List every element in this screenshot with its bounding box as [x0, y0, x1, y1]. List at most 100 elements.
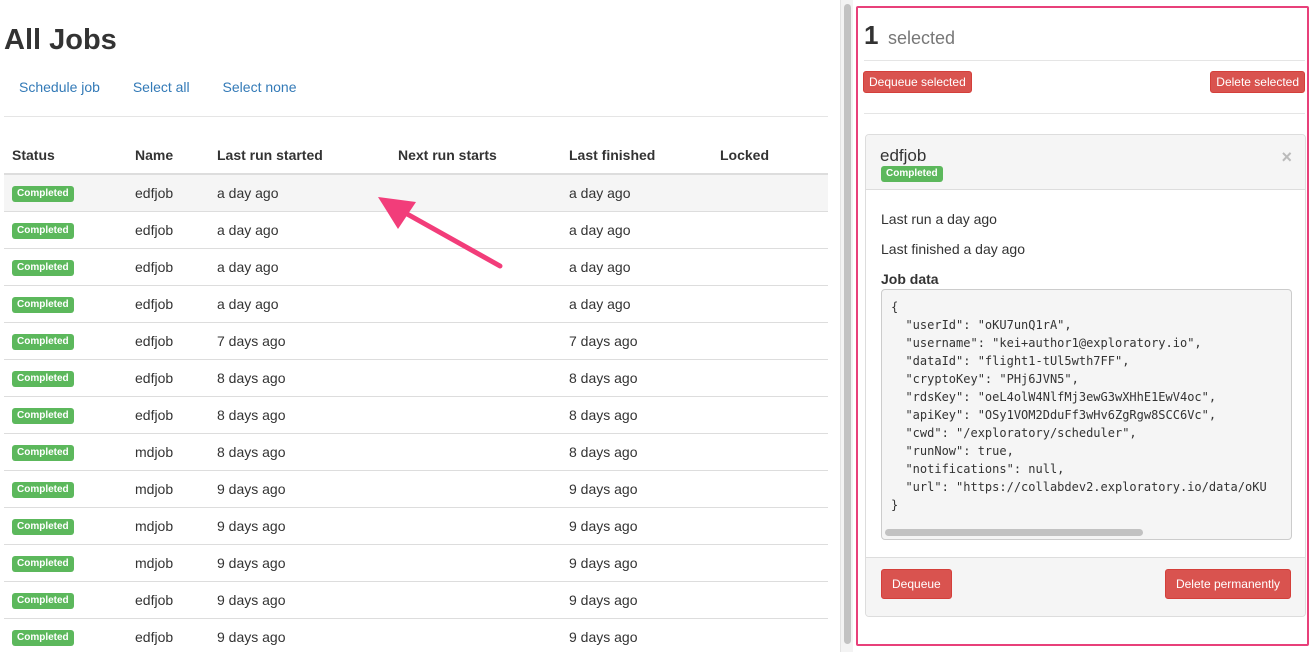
status-cell: Completed: [4, 395, 127, 433]
next-run-starts-cell: [390, 173, 561, 211]
name-cell: edfjob: [127, 580, 209, 618]
next-run-starts-cell: [390, 617, 561, 652]
selection-panel: 1 selected Dequeue selected Delete selec…: [856, 6, 1309, 646]
select-none-link[interactable]: Select none: [223, 79, 297, 95]
last-run-started-cell: 9 days ago: [209, 617, 390, 652]
table-row[interactable]: Completed edfjob a day ago a day ago: [4, 247, 828, 285]
last-run-started-cell: 8 days ago: [209, 432, 390, 470]
column-header-last-run-started[interactable]: Last run started: [209, 136, 390, 175]
last-finished-cell: 9 days ago: [561, 506, 712, 544]
table-row[interactable]: Completed edfjob a day ago a day ago: [4, 173, 828, 211]
locked-cell: [712, 580, 828, 618]
status-cell: Completed: [4, 543, 127, 581]
column-header-last-finished[interactable]: Last finished: [561, 136, 712, 175]
code-horizontal-scrollbar[interactable]: [885, 529, 1143, 536]
status-cell: Completed: [4, 617, 127, 652]
job-detail-header: edfjob Completed ×: [866, 135, 1305, 190]
job-data-line: {: [891, 300, 899, 314]
job-data-line: "cwd": "/exploratory/scheduler",: [891, 426, 1137, 440]
delete-selected-button[interactable]: Delete selected: [1210, 71, 1305, 93]
next-run-starts-cell: [390, 395, 561, 433]
last-finished-cell: 9 days ago: [561, 580, 712, 618]
locked-cell: [712, 321, 828, 359]
job-detail-footer: Dequeue Delete permanently: [866, 557, 1305, 616]
schedule-job-link[interactable]: Schedule job: [19, 79, 100, 95]
name-cell: mdjob: [127, 543, 209, 581]
last-finished-cell: a day ago: [561, 284, 712, 322]
status-cell: Completed: [4, 247, 127, 285]
dequeue-button[interactable]: Dequeue: [881, 569, 952, 599]
status-badge: Completed: [12, 186, 74, 203]
table-row[interactable]: Completed edfjob a day ago a day ago: [4, 284, 828, 322]
status-badge: Completed: [12, 371, 74, 387]
job-data-line: "notifications": null,: [891, 462, 1065, 476]
last-run-started-cell: a day ago: [209, 173, 390, 211]
next-run-starts-cell: [390, 284, 561, 322]
name-cell: mdjob: [127, 506, 209, 544]
column-header-status[interactable]: Status: [4, 136, 127, 175]
name-cell: edfjob: [127, 173, 209, 211]
column-header-locked[interactable]: Locked: [712, 136, 828, 175]
table-row[interactable]: Completed edfjob 7 days ago 7 days ago: [4, 321, 828, 359]
last-finished-cell: 9 days ago: [561, 543, 712, 581]
last-finished-cell: a day ago: [561, 247, 712, 285]
next-run-starts-cell: [390, 543, 561, 581]
job-data-line: "apiKey": "OSy1VOM2DduFf3wHv6ZgRgw8SCC6V…: [891, 408, 1217, 422]
table-row[interactable]: Completed mdjob 9 days ago 9 days ago: [4, 469, 828, 507]
table-row[interactable]: Completed edfjob 9 days ago 9 days ago: [4, 617, 828, 652]
name-cell: edfjob: [127, 321, 209, 359]
column-header-name[interactable]: Name: [127, 136, 209, 175]
table-row[interactable]: Completed edfjob a day ago a day ago: [4, 210, 828, 248]
job-detail-last-run: Last run a day ago: [881, 211, 997, 227]
job-data-code-block[interactable]: { "userId": "oKU7unQ1rA", "username": "k…: [881, 289, 1292, 540]
next-run-starts-cell: [390, 247, 561, 285]
last-finished-cell: 9 days ago: [561, 617, 712, 652]
job-detail-last-finished: Last finished a day ago: [881, 241, 1025, 257]
jobs-list-panel: All Jobs Schedule job Select all Select …: [0, 0, 840, 652]
table-row[interactable]: Completed edfjob 8 days ago 8 days ago: [4, 358, 828, 396]
name-cell: edfjob: [127, 395, 209, 433]
name-cell: mdjob: [127, 469, 209, 507]
last-run-started-cell: 9 days ago: [209, 469, 390, 507]
jobs-table: Status Name Last run started Next run st…: [4, 136, 828, 652]
locked-cell: [712, 210, 828, 248]
table-row[interactable]: Completed edfjob 9 days ago 9 days ago: [4, 580, 828, 618]
job-detail-card: edfjob Completed × Last run a day ago La…: [865, 134, 1306, 617]
table-row[interactable]: Completed edfjob 8 days ago 8 days ago: [4, 395, 828, 433]
locked-cell: [712, 506, 828, 544]
page-scrollbar[interactable]: [840, 0, 853, 652]
status-badge: Completed: [12, 408, 74, 424]
status-badge: Completed: [12, 519, 74, 535]
table-header-row: Status Name Last run started Next run st…: [4, 136, 828, 175]
delete-permanently-button[interactable]: Delete permanently: [1164, 569, 1291, 599]
locked-cell: [712, 395, 828, 433]
last-run-started-cell: 8 days ago: [209, 395, 390, 433]
table-row[interactable]: Completed mdjob 9 days ago 9 days ago: [4, 543, 828, 581]
status-badge: Completed: [12, 297, 74, 313]
locked-cell: [712, 173, 828, 211]
job-data-label: Job data: [881, 271, 939, 287]
job-data-line: "userId": "oKU7unQ1rA",: [891, 318, 1072, 332]
table-row[interactable]: Completed mdjob 8 days ago 8 days ago: [4, 432, 828, 470]
page-scrollbar-thumb[interactable]: [844, 4, 851, 644]
last-finished-cell: 8 days ago: [561, 395, 712, 433]
table-row[interactable]: Completed mdjob 9 days ago 9 days ago: [4, 506, 828, 544]
last-run-started-cell: a day ago: [209, 284, 390, 322]
selected-count: 1: [864, 20, 879, 50]
locked-cell: [712, 617, 828, 652]
column-header-next-run-starts[interactable]: Next run starts: [390, 136, 561, 175]
next-run-starts-cell: [390, 210, 561, 248]
status-badge: Completed: [12, 445, 74, 461]
next-run-starts-cell: [390, 469, 561, 507]
status-cell: Completed: [4, 210, 127, 248]
last-run-started-cell: 9 days ago: [209, 543, 390, 581]
next-run-starts-cell: [390, 432, 561, 470]
select-all-link[interactable]: Select all: [133, 79, 190, 95]
last-run-started-cell: 9 days ago: [209, 580, 390, 618]
dequeue-selected-button[interactable]: Dequeue selected: [863, 71, 972, 93]
job-data-line: }: [891, 498, 899, 512]
job-data-line: "cryptoKey": "PHj6JVN5",: [891, 372, 1079, 386]
next-run-starts-cell: [390, 321, 561, 359]
job-detail-status-badge: Completed: [881, 166, 943, 182]
close-icon[interactable]: ×: [1281, 147, 1292, 168]
